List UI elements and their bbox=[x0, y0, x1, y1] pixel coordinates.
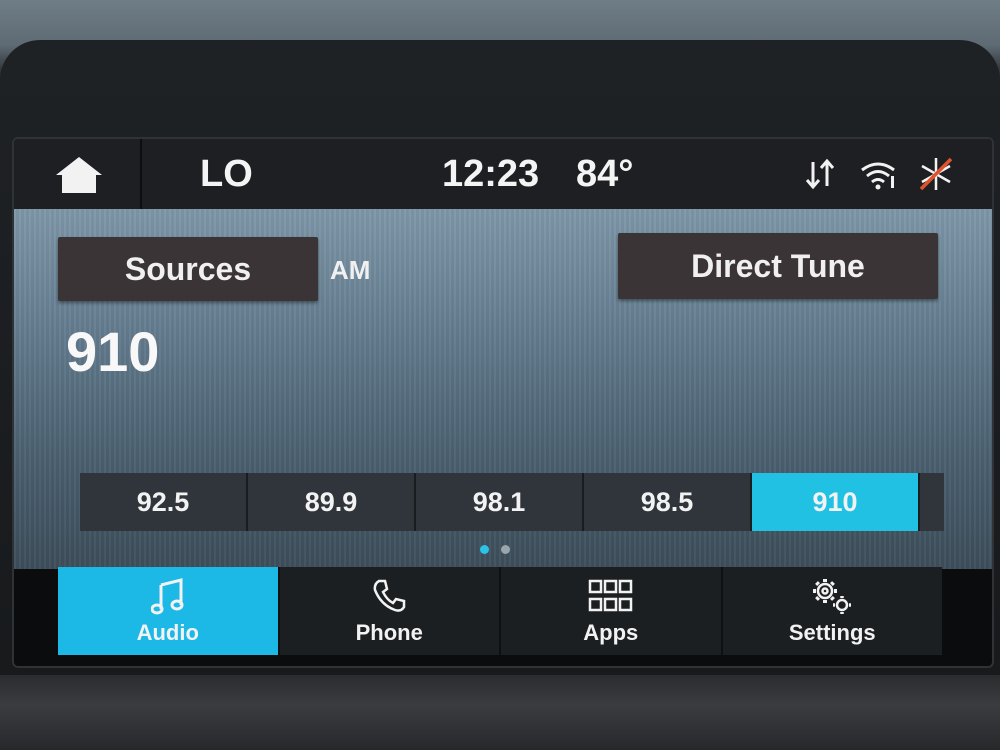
radio-panel: Sources AM Direct Tune 910 92.5 89.9 98.… bbox=[14, 209, 992, 569]
apps-grid-icon bbox=[588, 576, 634, 616]
nav-settings[interactable]: Settings bbox=[723, 567, 943, 655]
nav-audio-label: Audio bbox=[136, 620, 199, 645]
status-divider bbox=[140, 139, 142, 209]
outside-temperature: 84° bbox=[576, 153, 634, 195]
band-label: AM bbox=[330, 255, 371, 285]
page-dot-1[interactable] bbox=[480, 545, 489, 554]
preset-4[interactable]: 98.5 bbox=[584, 473, 752, 531]
preset-page-indicator bbox=[480, 545, 510, 554]
data-transfer-icon bbox=[800, 155, 840, 193]
preset-6-partial[interactable] bbox=[920, 473, 944, 531]
nav-apps[interactable]: Apps bbox=[501, 567, 723, 655]
nav-settings-label: Settings bbox=[788, 620, 876, 645]
gear-icon bbox=[810, 576, 854, 616]
preset-5[interactable]: 910 bbox=[752, 473, 920, 531]
status-icons bbox=[800, 155, 956, 193]
clock: 12:23 bbox=[442, 153, 540, 195]
status-bar: LO 12:23 84° bbox=[14, 139, 992, 209]
infotainment-screen: LO 12:23 84° Sources AM Direct Tune 910 … bbox=[12, 137, 994, 668]
direct-tune-button[interactable]: Direct Tune bbox=[618, 233, 938, 299]
music-note-icon bbox=[150, 576, 185, 616]
climate-setting[interactable]: LO bbox=[200, 153, 253, 196]
nav-phone[interactable]: Phone bbox=[280, 567, 501, 655]
page-dot-2[interactable] bbox=[501, 545, 510, 554]
home-button[interactable] bbox=[52, 155, 106, 195]
nav-phone-label: Phone bbox=[355, 620, 423, 645]
preset-3[interactable]: 98.1 bbox=[416, 473, 584, 531]
nav-audio[interactable]: Audio bbox=[58, 567, 280, 655]
dashboard-trim bbox=[0, 675, 1000, 750]
nav-apps-label: Apps bbox=[583, 620, 639, 645]
wifi-icon bbox=[858, 155, 898, 193]
preset-bar: 92.5 89.9 98.1 98.5 910 bbox=[80, 473, 944, 531]
climate-off-icon bbox=[916, 155, 956, 193]
preset-2[interactable]: 89.9 bbox=[248, 473, 416, 531]
sources-button[interactable]: Sources bbox=[58, 237, 318, 301]
phone-icon bbox=[371, 576, 407, 616]
bottom-nav: Audio Phone Apps Settings bbox=[58, 567, 942, 655]
current-frequency: 910 bbox=[66, 320, 160, 383]
preset-1[interactable]: 92.5 bbox=[80, 473, 248, 531]
home-icon bbox=[56, 157, 102, 193]
